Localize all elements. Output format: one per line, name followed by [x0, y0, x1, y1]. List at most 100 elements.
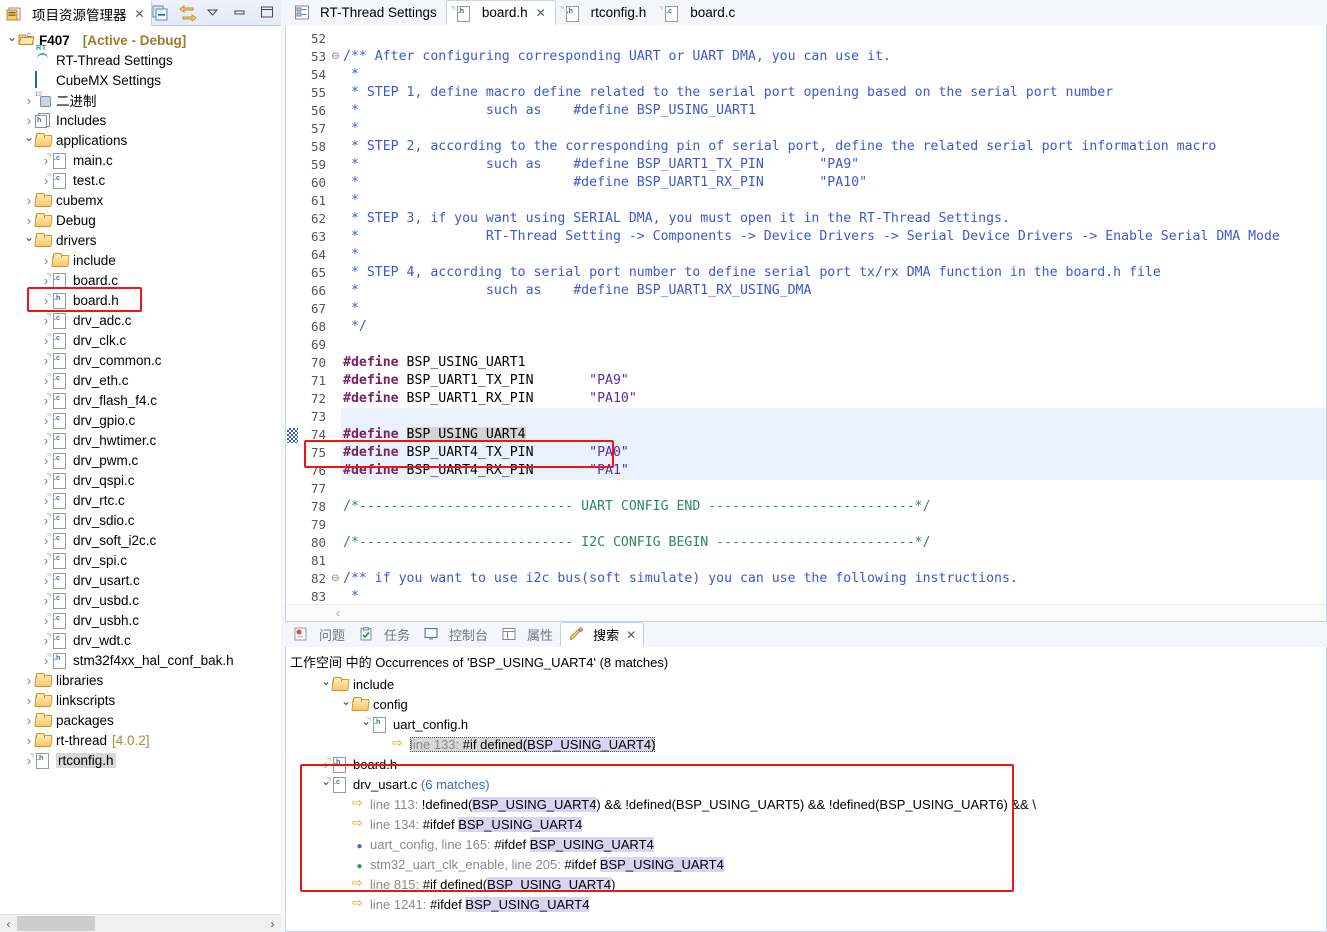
- code-line[interactable]: [341, 336, 1326, 354]
- search-results-tree[interactable]: include config .h uart_config.hline 133: #i…: [286, 674, 1326, 914]
- fold-toggle-icon[interactable]: ⊖: [330, 48, 341, 66]
- search-result-row[interactable]: line 113: !defined(BSP_USING_UART4) && !…: [286, 794, 1326, 814]
- hscroll-track[interactable]: [17, 914, 264, 932]
- code-line[interactable]: #define BSP_UART4_RX_PIN "PA1": [341, 462, 1326, 480]
- tree-item-drv-qspi-c[interactable]: .c drv_qspi.c: [0, 470, 281, 490]
- hscroll-thumb[interactable]: [17, 915, 95, 931]
- code-line[interactable]: /** After configuring corresponding UART…: [341, 48, 1326, 66]
- tree-item-drv-wdt-c[interactable]: .c drv_wdt.c: [0, 630, 281, 650]
- code-line[interactable]: */: [341, 318, 1326, 336]
- expand-arrow-icon[interactable]: [40, 253, 52, 268]
- tree-item-drv-usart-c[interactable]: .c drv_usart.c: [0, 570, 281, 590]
- tree-item-drv-gpio-c[interactable]: .c drv_gpio.c: [0, 410, 281, 430]
- code-line[interactable]: *: [341, 120, 1326, 138]
- collapse-arrow-icon[interactable]: [340, 697, 352, 711]
- code-line[interactable]: #define BSP_UART1_RX_PIN "PA10": [341, 390, 1326, 408]
- project-tree[interactable]: CF407[Active - Debug]RTRT-Thread Setting…: [0, 26, 281, 914]
- link-with-editor-icon[interactable]: [178, 4, 197, 22]
- code-line[interactable]: [341, 516, 1326, 534]
- bottom-tab-search[interactable]: 搜索 ✕: [560, 622, 645, 647]
- expand-arrow-icon[interactable]: [23, 693, 35, 708]
- editor-tab-rtconfig-h[interactable]: .h rtconfig.h: [556, 0, 656, 25]
- expand-arrow-icon[interactable]: [23, 673, 35, 688]
- code-line[interactable]: [341, 552, 1326, 570]
- editor-tab-rt-thread-settings[interactable]: RT-Thread Settings: [285, 0, 446, 25]
- search-result-row[interactable]: .h board.h: [286, 754, 1326, 774]
- tree-item-drv-soft-i2c-c[interactable]: .c drv_soft_i2c.c: [0, 530, 281, 550]
- editor-tab-board-h[interactable]: .h board.h ✕: [445, 0, 556, 25]
- tree-item-drv-eth-c[interactable]: .c drv_eth.c: [0, 370, 281, 390]
- tree-item-drv-hwtimer-c[interactable]: .c drv_hwtimer.c: [0, 430, 281, 450]
- code-line[interactable]: [341, 480, 1326, 498]
- tree-item-rt-thread[interactable]: rt-thread[4.0.2]: [0, 730, 281, 750]
- code-line[interactable]: * such as #define BSP_UART1_RX_USING_DMA: [341, 282, 1326, 300]
- bottom-tab-problems[interactable]: 问题: [287, 622, 352, 647]
- tree-item-board-c[interactable]: .c board.c: [0, 270, 281, 290]
- code-line[interactable]: * such as #define BSP_USING_UART1: [341, 102, 1326, 120]
- close-icon[interactable]: ✕: [626, 628, 636, 642]
- tree-item-drv-pwm-c[interactable]: .c drv_pwm.c: [0, 450, 281, 470]
- bottom-tab-tasks[interactable]: 任务: [352, 622, 417, 647]
- search-result-row[interactable]: uart_config, line 165: #ifdef BSP_USING_…: [286, 834, 1326, 854]
- close-icon[interactable]: ✕: [135, 7, 145, 21]
- tree-item-board-h[interactable]: .h board.h: [0, 290, 281, 310]
- code-line[interactable]: #define BSP_USING_UART4: [341, 426, 1326, 444]
- scroll-right-icon[interactable]: ›: [264, 917, 281, 931]
- code-line[interactable]: /*--------------------------- UART CONFI…: [341, 498, 1326, 516]
- code-line[interactable]: [341, 30, 1326, 48]
- search-result-row[interactable]: .h uart_config.h: [286, 714, 1326, 734]
- close-icon[interactable]: ✕: [536, 6, 546, 20]
- tab-project-explorer[interactable]: 项目资源管理器 ✕: [0, 0, 152, 26]
- code-line[interactable]: #define BSP_UART4_TX_PIN "PA0": [341, 444, 1326, 462]
- collapse-all-icon[interactable]: [152, 5, 170, 21]
- code-editor[interactable]: 52 53 54 55 56 57 58 59 60 61 62 63 64 65 66 67 68 69 70 71…: [285, 25, 1327, 622]
- code-line[interactable]: *: [341, 246, 1326, 264]
- tree-item-drv-usbh-c[interactable]: .c drv_usbh.c: [0, 610, 281, 630]
- tree-item-includes[interactable]: h Includes: [0, 110, 281, 130]
- tree-item-drv-flash-f4-c[interactable]: .c drv_flash_f4.c: [0, 390, 281, 410]
- scroll-left-icon[interactable]: ‹: [0, 917, 17, 931]
- bottom-tab-console[interactable]: 控制台: [417, 622, 495, 647]
- code-line[interactable]: * STEP 1, define macro define related to…: [341, 84, 1326, 102]
- editor-marker-gutter[interactable]: [286, 25, 298, 621]
- code-line[interactable]: *: [341, 192, 1326, 210]
- tree-item-drv-clk-c[interactable]: .c drv_clk.c: [0, 330, 281, 350]
- code-line[interactable]: *: [341, 66, 1326, 84]
- collapse-arrow-icon[interactable]: [6, 33, 18, 47]
- tree-item-main-c[interactable]: .c main.c: [0, 150, 281, 170]
- tree-item-cubemx-settings[interactable]: MX CubeMX Settings: [0, 70, 281, 90]
- code-line[interactable]: * such as #define BSP_UART1_TX_PIN "PA9": [341, 156, 1326, 174]
- editor-code-area[interactable]: /** After configuring corresponding UART…: [341, 25, 1326, 621]
- code-line[interactable]: /** if you want to use i2c bus(soft simu…: [341, 570, 1326, 588]
- project-tree-hscrollbar[interactable]: ‹ ›: [0, 914, 281, 932]
- tree-item-rt-thread-settings[interactable]: RT RT-Thread Settings: [0, 43, 281, 70]
- tree-item-rtconfig-h[interactable]: .h rtconfig.h: [0, 750, 281, 770]
- tree-item--[interactable]: 二进制: [0, 90, 281, 110]
- view-menu-icon[interactable]: [206, 5, 224, 21]
- tree-item-drv-rtc-c[interactable]: .c drv_rtc.c: [0, 490, 281, 510]
- search-result-row[interactable]: include: [286, 674, 1326, 694]
- code-line[interactable]: [341, 408, 1326, 426]
- editor-scroll-left-icon[interactable]: ‹: [336, 606, 340, 620]
- code-line[interactable]: *: [341, 300, 1326, 318]
- search-result-row[interactable]: line 133: #if defined(BSP_USING_UART4): [286, 734, 1326, 754]
- search-result-row[interactable]: line 1241: #ifdef BSP_USING_UART4: [286, 894, 1326, 914]
- code-line[interactable]: * STEP 4, according to serial port numbe…: [341, 264, 1326, 282]
- tree-item-test-c[interactable]: .c test.c: [0, 170, 281, 190]
- tree-item-drv-spi-c[interactable]: .c drv_spi.c: [0, 550, 281, 570]
- collapse-arrow-icon[interactable]: [23, 233, 35, 247]
- code-line[interactable]: /*--------------------------- I2C CONFIG…: [341, 534, 1326, 552]
- editor-tab-board-c[interactable]: .c board.c: [655, 0, 744, 25]
- tree-item-drivers[interactable]: drivers: [0, 230, 281, 250]
- expand-arrow-icon[interactable]: [23, 733, 35, 748]
- tree-item-applications[interactable]: applications: [0, 130, 281, 150]
- code-line[interactable]: #define BSP_USING_UART1: [341, 354, 1326, 372]
- code-line[interactable]: #define BSP_UART1_TX_PIN "PA9": [341, 372, 1326, 390]
- search-result-row[interactable]: stm32_uart_clk_enable, line 205: #ifdef …: [286, 854, 1326, 874]
- fold-toggle-icon[interactable]: ⊖: [330, 570, 341, 588]
- editor-folding-column[interactable]: ⊖ ⊖: [330, 25, 341, 621]
- search-view[interactable]: 工作空间 中的 Occurrences of 'BSP_USING_UART4'…: [285, 647, 1327, 932]
- tree-item-cubemx[interactable]: cubemx: [0, 190, 281, 210]
- search-result-row[interactable]: config: [286, 694, 1326, 714]
- editor-hscrollbar[interactable]: ‹: [286, 604, 1326, 621]
